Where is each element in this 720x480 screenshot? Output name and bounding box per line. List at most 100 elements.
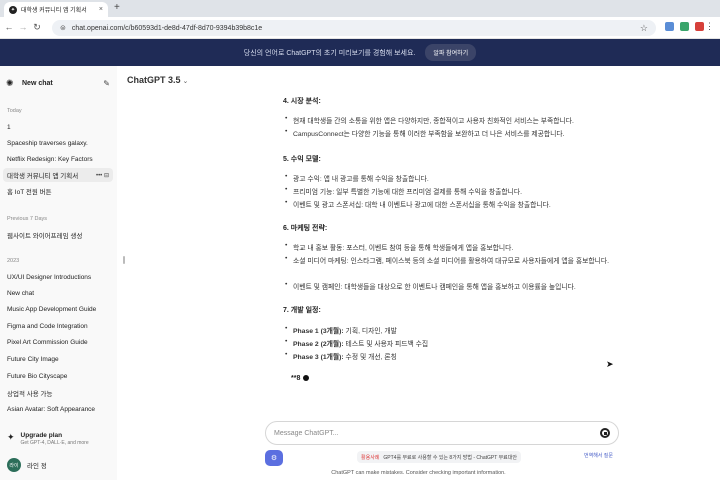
list-item: • CampusConnect는 다양한 기능을 통해 이러한 부족함을 보완하고…: [283, 128, 613, 141]
promo-text: GPT4를 무료로 사용할 수 있는 8가지 방법 - ChatGPT 무료대안: [383, 454, 517, 461]
forward-icon[interactable]: →: [16, 22, 30, 32]
bookmark-star-icon[interactable]: ☆: [640, 23, 648, 34]
chat-item[interactable]: 1: [3, 120, 113, 134]
chat-item[interactable]: Pixel Art Commission Guide: [3, 335, 113, 349]
list-item-text: 광고 수익: 앱 내 광고를 통해 수익을 창출합니다.: [293, 176, 429, 183]
promo-tag: 활용사례: [361, 454, 380, 461]
url-text: chat.openai.com/c/b60593d1-de8d-47df-8d7…: [71, 24, 263, 32]
list-item: • 이벤트 및 캠페인: 대학생들을 대상으로 한 이벤트나 캠페인을 통해 앱을…: [283, 281, 613, 294]
back-icon[interactable]: ←: [2, 22, 16, 32]
chat-item[interactable]: Asian Avatar: Soft Appearance: [3, 402, 113, 416]
sparkle-icon: ✦: [7, 432, 15, 442]
chat-item[interactable]: UX/UI Designer Introductions: [3, 270, 113, 284]
streaming-text: **8: [291, 375, 310, 382]
chat-item-label: 상업적 사용 가능: [7, 391, 53, 398]
stop-generating-button[interactable]: [600, 428, 610, 438]
prompt-tools-button[interactable]: ⚙: [265, 450, 283, 466]
archive-icon[interactable]: ⊟: [104, 173, 109, 179]
extension-icon[interactable]: [695, 22, 704, 31]
browser-tab[interactable]: ✦ 대학생 커뮤니티 앱 기획서 ×: [4, 2, 108, 17]
list-item: • Phase 3 (1개월): 수정 및 개선, 론칭: [285, 351, 397, 361]
chat-item-label: Music App Development Guide: [7, 305, 97, 313]
chat-item-label: 1: [7, 123, 11, 131]
upgrade-subtitle: Get GPT-4, DALL·E, and more: [20, 440, 89, 446]
user-name: 라인 정: [27, 463, 47, 470]
chat-item-label: Future City Image: [7, 355, 59, 363]
banner-text: 당신의 언어로 ChatGPT의 초기 미리보기를 경험해 보세요.: [243, 49, 416, 57]
chat-item[interactable]: Future Bio Cityscape: [3, 369, 113, 383]
chat-item-label: New chat: [7, 289, 35, 297]
address-bar-row: ← → ↻ ⊜ chat.openai.com/c/b60593d1-de8d-…: [0, 17, 720, 39]
chat-item-label: 대학생 커뮤니티 앱 기획서: [7, 173, 79, 180]
chat-item[interactable]: 웹사이트 와이어프레임 생성: [3, 228, 113, 242]
list-item-text: 이벤트 및 캠페인: 대학생들을 대상으로 한 이벤트나 캠페인을 통해 앱을 …: [293, 284, 576, 291]
message-input[interactable]: Message ChatGPT...: [265, 421, 619, 445]
chat-item[interactable]: Future City Image: [3, 352, 113, 366]
phase-label: Phase 2 (2개월):: [293, 341, 344, 348]
list-item-text: 소셜 미디어 마케팅: 인스타그램, 페이스북 등의 소셜 미디어를 활용하여 …: [293, 258, 609, 265]
list-item-text: CampusConnect는 다양한 기능을 통해 이러한 부족함을 보완하고 …: [293, 131, 565, 138]
extension-icon[interactable]: [665, 22, 674, 31]
list-item-text: 프리미엄 기능: 일부 특별한 기능에 대한 프리미엄 결제를 통해 수익을 창…: [293, 189, 523, 196]
browser-menu-icon[interactable]: ⋮: [705, 21, 714, 32]
chat-item-label: UX/UI Designer Introductions: [7, 273, 92, 281]
section-heading: 7. 개발 일정:: [283, 307, 321, 314]
list-item: • 소셜 미디어 마케팅: 인스타그램, 페이스북 등의 소셜 미디어를 활용하여…: [283, 255, 613, 268]
list-item: • Phase 1 (3개월): 기획, 디자인, 개발: [285, 325, 397, 335]
list-item-text: 현재 대학생들 간의 소통을 위한 앱은 다양하지만, 종합적이고 사용자 친화…: [293, 118, 574, 125]
phase-detail: 수정 및 개선, 론칭: [343, 354, 397, 361]
phase-detail: 테스트 및 사용자 피드백 수집: [343, 341, 429, 348]
message-placeholder: Message ChatGPT...: [274, 429, 339, 437]
chat-item-label: 웹사이트 와이어프레임 생성: [7, 233, 83, 240]
chat-item[interactable]: Netflix Redesign: Key Factors: [3, 152, 113, 166]
chat-item-label: Spaceship traverses galaxy.: [7, 139, 88, 147]
close-tab-icon[interactable]: ×: [99, 6, 103, 13]
chat-item[interactable]: 상업적 사용 가능: [3, 386, 113, 400]
list-item: • 프리미엄 기능: 일부 특별한 기능에 대한 프리미엄 결제를 통해 수익을 …: [283, 186, 613, 199]
openai-favicon-icon: ✦: [9, 5, 17, 14]
sidebar: ✺ New chat ✎ Today 1 Spaceship traverses…: [0, 66, 117, 480]
browser-tab-bar: ✦ 대학생 커뮤니티 앱 기획서 × +: [0, 0, 720, 17]
chat-item[interactable]: Music App Development Guide: [3, 302, 113, 316]
disclaimer: ChatGPT can make mistakes. Consider chec…: [331, 470, 506, 476]
section-heading: 4. 시장 분석:: [283, 98, 321, 105]
chat-item-label: Future Bio Cityscape: [7, 372, 68, 380]
tab-title: 대학생 커뮤니티 앱 기획서: [21, 8, 87, 14]
extension-icon[interactable]: [680, 22, 689, 31]
chat-item[interactable]: New chat: [3, 286, 113, 300]
partial-text: **8: [291, 375, 301, 382]
list-item: • 광고 수익: 앱 내 광고를 통해 수익을 창출합니다.: [283, 173, 613, 186]
site-info-icon[interactable]: ⊜: [60, 24, 66, 32]
chat-item-label: Figma and Code Integration: [7, 322, 88, 330]
chat-item[interactable]: Spaceship traverses galaxy.: [3, 136, 113, 150]
new-tab-button[interactable]: +: [114, 2, 120, 13]
chat-item-active[interactable]: 대학생 커뮤니티 앱 기획서 ••• ⊟: [3, 168, 113, 182]
upgrade-plan-button[interactable]: ✦ Upgrade plan Get GPT-4, DALL·E, and mo…: [7, 432, 111, 446]
phase-detail: 기획, 디자인, 개발: [343, 328, 397, 335]
compose-icon[interactable]: ✎: [103, 79, 110, 88]
new-chat-button[interactable]: ✺ New chat ✎: [6, 76, 110, 90]
section-heading: 6. 마케팅 전략:: [283, 225, 328, 232]
upgrade-title: Upgrade plan: [20, 432, 63, 439]
translate-question-link[interactable]: 번역해서 질문: [584, 452, 613, 459]
join-alpha-button[interactable]: 알파 참여하기: [425, 44, 477, 61]
more-options-icon[interactable]: •••: [96, 173, 102, 179]
section-today: Today: [7, 108, 22, 114]
mouse-cursor-icon: ➤: [606, 359, 614, 369]
url-field[interactable]: ⊜ chat.openai.com/c/b60593d1-de8d-47df-8…: [52, 20, 656, 36]
model-selector[interactable]: ChatGPT 3.5 ⌄: [127, 75, 188, 85]
chat-item[interactable]: 홈 IoT 전원 버튼: [3, 184, 113, 198]
section-heading: 5. 수익 모델:: [283, 156, 321, 163]
chat-item[interactable]: Figma and Code Integration: [3, 319, 113, 333]
reload-icon[interactable]: ↻: [30, 22, 44, 33]
section-previous-7-days: Previous 7 Days: [7, 216, 48, 222]
phase-label: Phase 1 (3개월):: [293, 328, 344, 335]
chevron-down-icon: ⌄: [182, 78, 189, 85]
streaming-cursor: [303, 375, 310, 381]
section-2023: 2023: [7, 258, 20, 264]
promo-link[interactable]: 활용사례 GPT4를 무료로 사용할 수 있는 8가지 방법 - ChatGPT…: [357, 451, 521, 463]
new-chat-label: New chat: [22, 79, 53, 87]
sidebar-collapse-handle[interactable]: [123, 256, 125, 264]
promo-banner: 당신의 언어로 ChatGPT의 초기 미리보기를 경험해 보세요. 알파 참여…: [0, 39, 720, 66]
model-name: ChatGPT 3.5: [127, 75, 181, 85]
